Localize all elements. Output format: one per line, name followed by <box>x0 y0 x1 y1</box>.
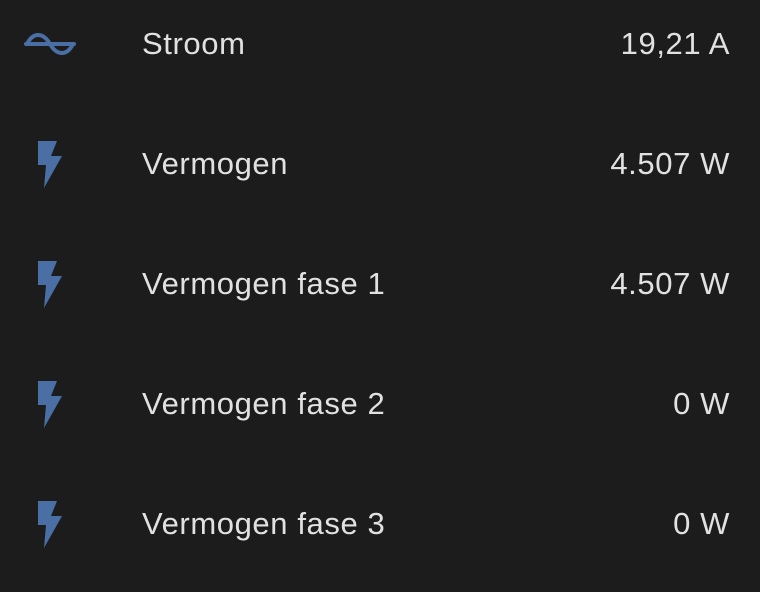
entity-value: 0 W <box>673 506 730 541</box>
lightning-bolt-icon <box>22 374 78 434</box>
lightning-bolt-icon <box>22 134 78 194</box>
entity-label: Vermogen fase 2 <box>142 386 386 421</box>
entity-value: 4.507 W <box>610 146 730 181</box>
entity-row-vermogen-fase-3[interactable]: Vermogen fase 3 0 W <box>0 494 760 554</box>
entity-value: 0 W <box>673 386 730 421</box>
entity-row-vermogen-fase-1[interactable]: Vermogen fase 1 4.507 W <box>0 254 760 314</box>
entity-label: Vermogen <box>142 146 289 181</box>
entity-label: Vermogen fase 1 <box>142 266 386 301</box>
entity-label: Stroom <box>142 26 246 61</box>
entity-value: 4.507 W <box>610 266 730 301</box>
lightning-bolt-icon <box>22 494 78 554</box>
entity-row-stroom[interactable]: Stroom 19,21 A <box>0 14 760 74</box>
entity-label: Vermogen fase 3 <box>142 506 386 541</box>
entity-value: 19,21 A <box>620 26 730 61</box>
entity-row-vermogen[interactable]: Vermogen 4.507 W <box>0 134 760 194</box>
entity-row-vermogen-fase-2[interactable]: Vermogen fase 2 0 W <box>0 374 760 434</box>
entities-card: Stroom 19,21 A Vermogen 4.507 W Vermogen… <box>0 0 760 592</box>
sine-wave-icon <box>22 14 78 74</box>
lightning-bolt-icon <box>22 254 78 314</box>
